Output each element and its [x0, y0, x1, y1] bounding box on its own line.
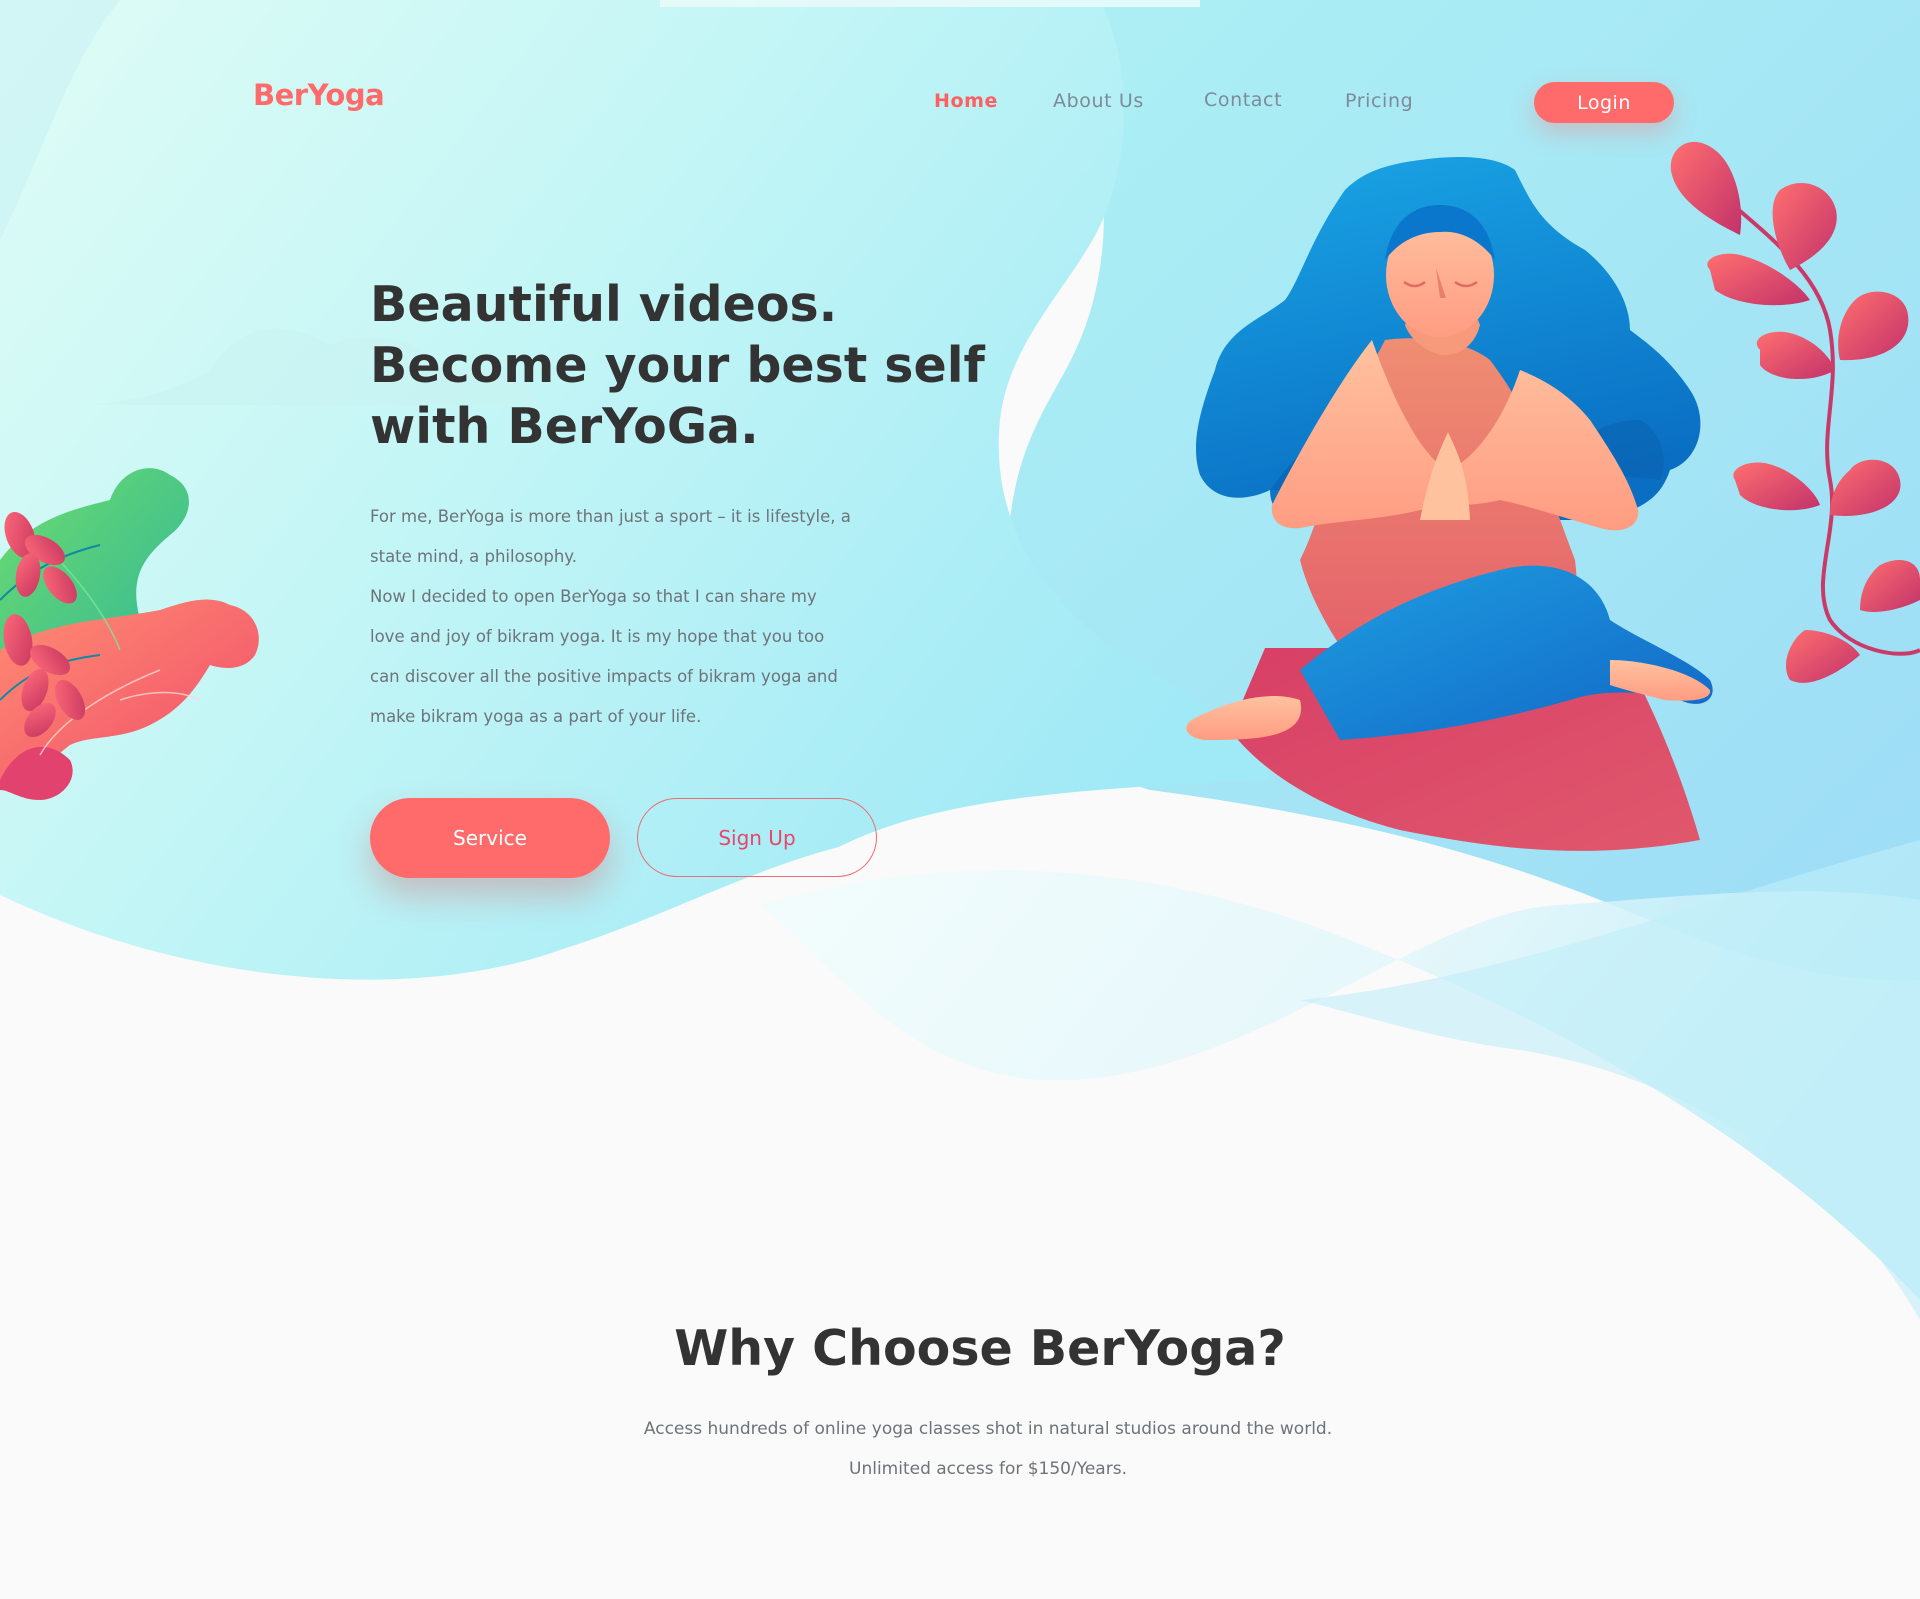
- hero-description-line: love and joy of bikram yoga. It is my ho…: [370, 627, 825, 646]
- hero-description: For me, BerYoga is more than just a spor…: [370, 497, 890, 737]
- hero-description-line: Now I decided to open BerYoga so that I …: [370, 587, 817, 606]
- login-button[interactable]: Login: [1534, 82, 1674, 123]
- hero-title-line: Beautiful videos.: [370, 276, 838, 333]
- nav-item-about-us[interactable]: About Us: [1053, 90, 1144, 112]
- why-description-line: Access hundreds of online yoga classes s…: [643, 1419, 1333, 1439]
- nav-item-home[interactable]: Home: [934, 90, 998, 112]
- hero-description-line: make bikram yoga as a part of your life.: [370, 707, 702, 726]
- nav-item-pricing[interactable]: Pricing: [1345, 90, 1413, 112]
- why-description-line: Unlimited access for $150/Years.: [849, 1459, 1127, 1479]
- hero-description-line: state mind, a philosophy.: [370, 547, 577, 566]
- nav-item-contact[interactable]: Contact: [1204, 89, 1282, 111]
- why-section-title: Why Choose BerYoga?: [674, 1320, 1286, 1377]
- hero-title-line: with BerYoGa.: [370, 398, 759, 455]
- hero-title: Beautiful videos. Become your best self …: [370, 274, 1010, 457]
- sign-up-button[interactable]: Sign Up: [637, 798, 877, 877]
- hero-title-line: Become your best self: [370, 337, 985, 394]
- why-section-description: Access hundreds of online yoga classes s…: [0, 1409, 1920, 1489]
- service-button[interactable]: Service: [370, 798, 610, 878]
- hero-description-line: can discover all the positive impacts of…: [370, 667, 838, 686]
- brand-logo[interactable]: BerYoga: [253, 78, 385, 112]
- hero-description-line: For me, BerYoga is more than just a spor…: [370, 507, 851, 526]
